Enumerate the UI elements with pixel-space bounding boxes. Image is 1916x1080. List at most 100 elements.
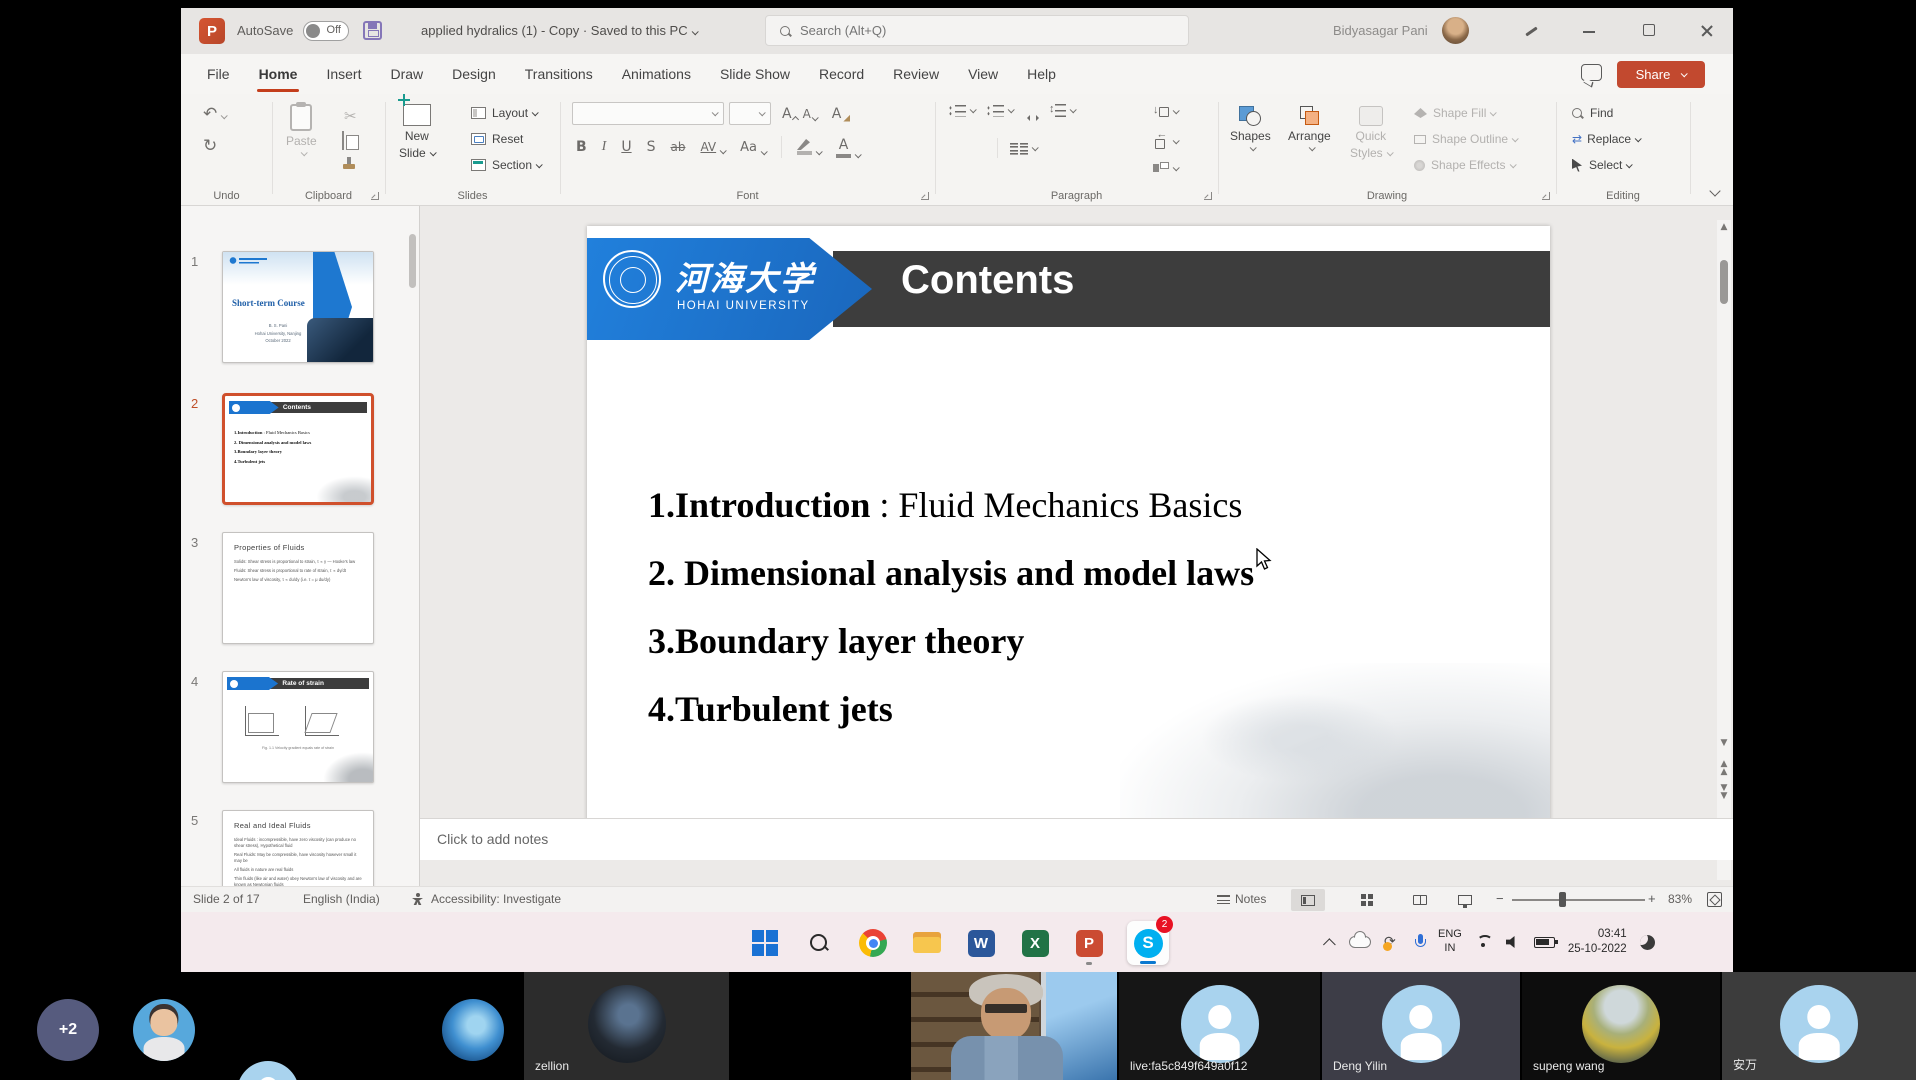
redo-button[interactable]: ↻ (203, 136, 217, 156)
paste-button[interactable]: Paste (286, 104, 317, 156)
bullets-button[interactable] (949, 104, 975, 117)
shape-outline-button[interactable]: Shape Outline (1414, 132, 1517, 146)
bold-button[interactable]: B (576, 139, 587, 155)
slideshow-button[interactable] (1448, 889, 1482, 911)
participant-avatar-photo[interactable] (133, 999, 195, 1061)
powerpoint-button[interactable]: P (1073, 927, 1105, 959)
strikethrough-button[interactable]: ab (670, 140, 685, 154)
new-slide-button[interactable]: New Slide (399, 104, 435, 160)
tab-insert[interactable]: Insert (324, 62, 363, 86)
participant-video-presenter[interactable] (911, 972, 1117, 1080)
language-switcher[interactable]: ENGIN (1438, 928, 1462, 956)
search-field[interactable] (800, 23, 1140, 38)
ink-pen-icon[interactable] (1523, 24, 1539, 40)
layout-button[interactable]: Layout (471, 106, 537, 120)
tab-animations[interactable]: Animations (620, 62, 693, 86)
battery-icon[interactable] (1534, 937, 1555, 948)
skype-button-active[interactable]: S 2 (1127, 921, 1169, 965)
drawing-dialog-launcher[interactable] (1542, 192, 1550, 200)
participant-tile-zellion[interactable]: zellion (524, 972, 729, 1080)
participant-tile-anwan[interactable]: 安万 (1722, 972, 1916, 1080)
tab-view[interactable]: View (966, 62, 1000, 86)
minimize-button[interactable] (1577, 20, 1601, 42)
share-button[interactable]: Share (1617, 61, 1705, 88)
account-name[interactable]: Bidyasagar Pani (1333, 23, 1428, 38)
powerpoint-app-icon[interactable]: P (199, 18, 225, 44)
participant-tile-supeng-wang[interactable]: supeng wang (1522, 972, 1720, 1080)
reset-button[interactable]: Reset (471, 132, 523, 146)
text-direction-button[interactable] (1153, 104, 1178, 118)
tab-review[interactable]: Review (891, 62, 941, 86)
notes-placeholder[interactable]: Click to add notes (437, 831, 548, 847)
zoom-slider-handle[interactable] (1559, 892, 1566, 907)
notes-pane[interactable]: Click to add notes (420, 818, 1733, 860)
participant-avatar-generic[interactable] (237, 1061, 299, 1080)
columns-button[interactable] (1010, 142, 1037, 155)
clear-formatting-button[interactable]: A (832, 106, 851, 122)
font-name-combobox[interactable] (572, 102, 724, 125)
reading-view-button[interactable] (1403, 889, 1437, 911)
avatar[interactable] (1442, 17, 1469, 44)
arrange-button[interactable]: Arrange (1288, 106, 1331, 151)
highlight-color-button[interactable] (797, 139, 821, 155)
comments-icon[interactable] (1581, 64, 1602, 81)
find-button[interactable]: Find (1572, 106, 1613, 120)
slide-thumbnail-1[interactable]: Short-term Course B. S. Pani Hohai Unive… (222, 251, 374, 363)
shape-fill-button[interactable]: Shape Fill (1414, 106, 1495, 120)
tab-design[interactable]: Design (450, 62, 498, 86)
line-spacing-button[interactable] (1049, 104, 1075, 117)
character-spacing-button[interactable]: AV (700, 140, 725, 154)
scrollbar-thumb[interactable] (409, 234, 416, 288)
chrome-button[interactable] (857, 927, 889, 959)
scroll-up-arrow[interactable]: ▲ (1717, 220, 1731, 234)
excel-button[interactable]: X (1019, 927, 1051, 959)
next-slide-button[interactable]: ▼▼ (1717, 784, 1731, 798)
grow-font-button[interactable]: A (782, 106, 798, 122)
wifi-icon[interactable] (1475, 935, 1493, 949)
collapse-ribbon-button[interactable] (1709, 185, 1720, 196)
close-button[interactable] (1695, 20, 1719, 42)
tab-record[interactable]: Record (817, 62, 866, 86)
italic-button[interactable]: I (602, 139, 607, 155)
hidden-icons-chevron[interactable] (1323, 938, 1336, 951)
word-button[interactable]: W (965, 927, 997, 959)
participant-tile-deng-yilin[interactable]: Deng Yilin (1322, 972, 1520, 1080)
zoom-out-button[interactable]: − (1496, 891, 1504, 906)
taskbar-search-button[interactable] (803, 927, 835, 959)
slide-thumbnail-2-selected[interactable]: Contents 1.Introduction : Fluid Mechanic… (222, 393, 374, 505)
file-explorer-button[interactable] (911, 927, 943, 959)
accessibility-status[interactable]: Accessibility: Investigate (431, 892, 561, 906)
editor-scrollbar[interactable]: ▲ ▼ ▲▲ ▼▼ (1717, 220, 1731, 880)
select-button[interactable]: Select (1572, 158, 1631, 172)
more-participants-badge[interactable]: +2 (37, 999, 99, 1061)
shape-effects-button[interactable]: Shape Effects (1414, 158, 1515, 172)
maximize-button[interactable] (1637, 20, 1661, 42)
zoom-slider-track[interactable] (1512, 899, 1645, 901)
volume-icon[interactable] (1506, 936, 1521, 949)
slide-canvas[interactable]: Contents 河海大学 HOHAI UNIVERSITY 1.Introdu… (587, 226, 1550, 823)
editor-scrollbar-thumb[interactable] (1720, 260, 1728, 304)
participant-avatar-photo[interactable] (442, 999, 504, 1061)
slide-thumbnail-3[interactable]: Properties of Fluids Solids: Shear stres… (222, 532, 374, 644)
copy-button[interactable] (342, 132, 344, 150)
align-text-button[interactable] (1153, 134, 1178, 148)
slide-title[interactable]: Contents (901, 258, 1074, 303)
microphone-icon[interactable] (1415, 934, 1425, 950)
zoom-level[interactable]: 83% (1668, 892, 1692, 906)
shrink-font-button[interactable]: A (803, 107, 817, 121)
section-button[interactable]: Section (471, 158, 541, 172)
participant-tile-live[interactable]: live:fa5c849f649a0f12 (1119, 972, 1320, 1080)
tab-home[interactable]: Home (257, 62, 300, 86)
underline-button[interactable]: U (621, 139, 631, 155)
numbering-button[interactable] (987, 104, 1013, 117)
night-mode-icon[interactable] (1640, 935, 1655, 950)
document-title[interactable]: applied hydralics (1) - Copy · Saved to … (421, 23, 697, 38)
thumbnail-panel-scrollbar[interactable] (409, 232, 416, 872)
cut-button[interactable]: ✂ (344, 106, 357, 125)
previous-slide-button[interactable]: ▲▲ (1717, 760, 1731, 774)
slide-thumbnail-4[interactable]: Rate of strain Fig. 1.1 Velocity gradien… (222, 671, 374, 783)
slide-indicator[interactable]: Slide 2 of 17 (193, 892, 260, 906)
replace-button[interactable]: ⇄Replace (1572, 132, 1640, 146)
start-button[interactable] (749, 927, 781, 959)
change-case-button[interactable]: Aa (740, 140, 766, 155)
